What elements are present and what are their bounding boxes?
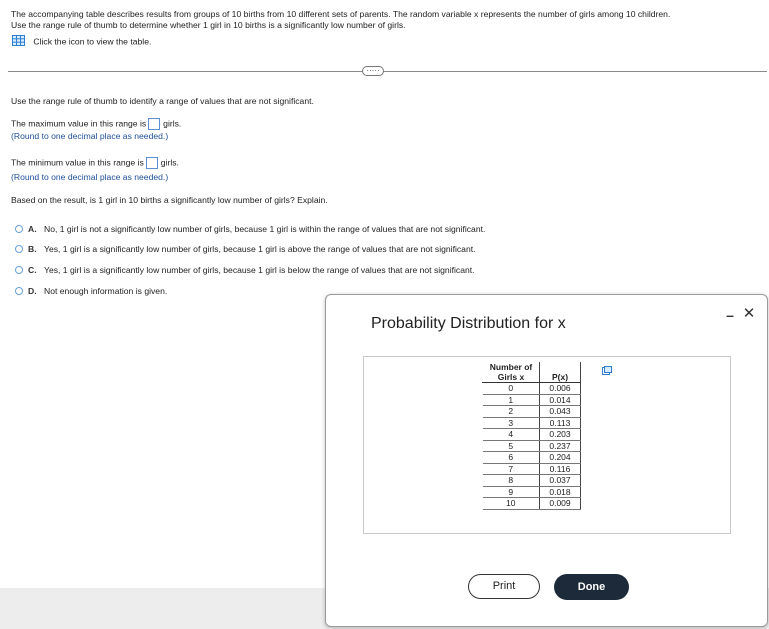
cell-x: 4 [482, 428, 540, 441]
section-divider [8, 71, 767, 72]
probability-distribution-dialog: Probability Distribution for x – ✕ Numbe… [325, 294, 768, 627]
cell-x: 3 [482, 417, 540, 429]
table-row: 8 0.037 [482, 474, 581, 487]
cell-px: 0.043 [539, 405, 581, 418]
choice-c-letter[interactable]: C. [28, 265, 37, 276]
table-row: 0 0.006 [482, 382, 581, 395]
table-row: 4 0.203 [482, 428, 581, 441]
minimize-icon[interactable]: – [722, 307, 738, 323]
max-value-prefix: The maximum value in this range is [11, 118, 147, 129]
distribution-table: Number of Girls x P(x) 0 0.006 1 0.014 2 0.… [482, 362, 581, 510]
header-girls-line2: Girls x [497, 372, 525, 382]
choice-b-text[interactable]: Yes, 1 girl is a significantly low numbe… [44, 244, 476, 255]
header-girls-line1: Number of [489, 362, 533, 372]
cell-x: 7 [482, 463, 540, 475]
choice-a-letter[interactable]: A. [28, 224, 37, 235]
cell-px: 0.014 [539, 394, 581, 406]
cell-px: 0.018 [539, 486, 581, 498]
min-value-prefix: The minimum value in this range is [11, 157, 144, 168]
min-value-suffix: girls. [160, 157, 179, 168]
table-row: 5 0.237 [482, 440, 581, 452]
header-px: P(x) [539, 362, 581, 383]
cell-px: 0.113 [539, 417, 581, 429]
choice-c-text[interactable]: Yes, 1 girl is a significantly low numbe… [44, 265, 475, 276]
cell-x: 9 [482, 486, 540, 498]
cell-px: 0.204 [539, 451, 581, 464]
choice-d-letter[interactable]: D. [28, 286, 37, 297]
table-row: 6 0.204 [482, 451, 581, 464]
cell-px: 0.237 [539, 440, 581, 452]
table-icon[interactable] [12, 35, 25, 49]
choice-b-radio[interactable] [15, 245, 23, 253]
choice-a-text[interactable]: No, 1 girl is not a significantly low nu… [44, 224, 485, 235]
explain-question: Based on the result, is 1 girl in 10 bir… [11, 195, 328, 205]
choice-d-text[interactable]: Not enough information is given. [44, 286, 167, 297]
cell-x: 2 [482, 405, 540, 418]
choice-a-radio[interactable] [15, 225, 23, 233]
table-row: 3 0.113 [482, 417, 581, 429]
table-link[interactable]: Click the icon to view the table. [12, 35, 151, 49]
table-row: 2 0.043 [482, 405, 581, 418]
max-value-suffix: girls. [163, 118, 182, 129]
print-button[interactable]: Print [468, 574, 540, 599]
done-button[interactable]: Done [554, 574, 629, 600]
max-value-hint: (Round to one decimal place as needed.) [11, 131, 169, 141]
table-link-label[interactable]: Click the icon to view the table. [33, 36, 151, 46]
min-value-hint: (Round to one decimal place as needed.) [11, 172, 169, 182]
dialog-title: Probability Distribution for x [371, 315, 566, 332]
max-value-row: The maximum value in this range is girls. [11, 118, 181, 130]
cell-px: 0.203 [539, 428, 581, 441]
cell-px: 0.037 [539, 474, 581, 487]
cell-x: 5 [482, 440, 540, 452]
max-value-input[interactable] [148, 118, 161, 130]
cell-x: 6 [482, 451, 540, 464]
choice-b-letter[interactable]: B. [28, 244, 37, 255]
intro-line-1: The accompanying table describes results… [11, 9, 671, 19]
min-value-input[interactable] [145, 157, 158, 169]
instruction-text: Use the range rule of thumb to identify … [11, 96, 314, 106]
min-value-row: The minimum value in this range is girls. [11, 157, 179, 169]
cell-x: 0 [482, 382, 540, 395]
table-row: 9 0.018 [482, 486, 581, 498]
cell-px: 0.116 [539, 463, 581, 475]
expand-more-button[interactable]: ····· [362, 66, 384, 76]
copy-table-icon[interactable] [602, 362, 612, 375]
intro-line-2: Use the range rule of thumb to determine… [11, 20, 406, 30]
table-row: 7 0.116 [482, 463, 581, 475]
cell-px: 0.009 [539, 497, 581, 510]
choice-d-radio[interactable] [15, 287, 23, 295]
table-row: 10 0.009 [482, 497, 581, 510]
cell-x: 10 [482, 497, 540, 510]
cell-px: 0.006 [539, 382, 581, 395]
header-girls-x: Number of Girls x [482, 362, 540, 383]
close-icon[interactable]: ✕ [740, 305, 758, 323]
choice-c-radio[interactable] [15, 266, 23, 274]
cell-x: 1 [482, 394, 540, 406]
cell-x: 8 [482, 474, 540, 487]
table-row: 1 0.014 [482, 394, 581, 406]
